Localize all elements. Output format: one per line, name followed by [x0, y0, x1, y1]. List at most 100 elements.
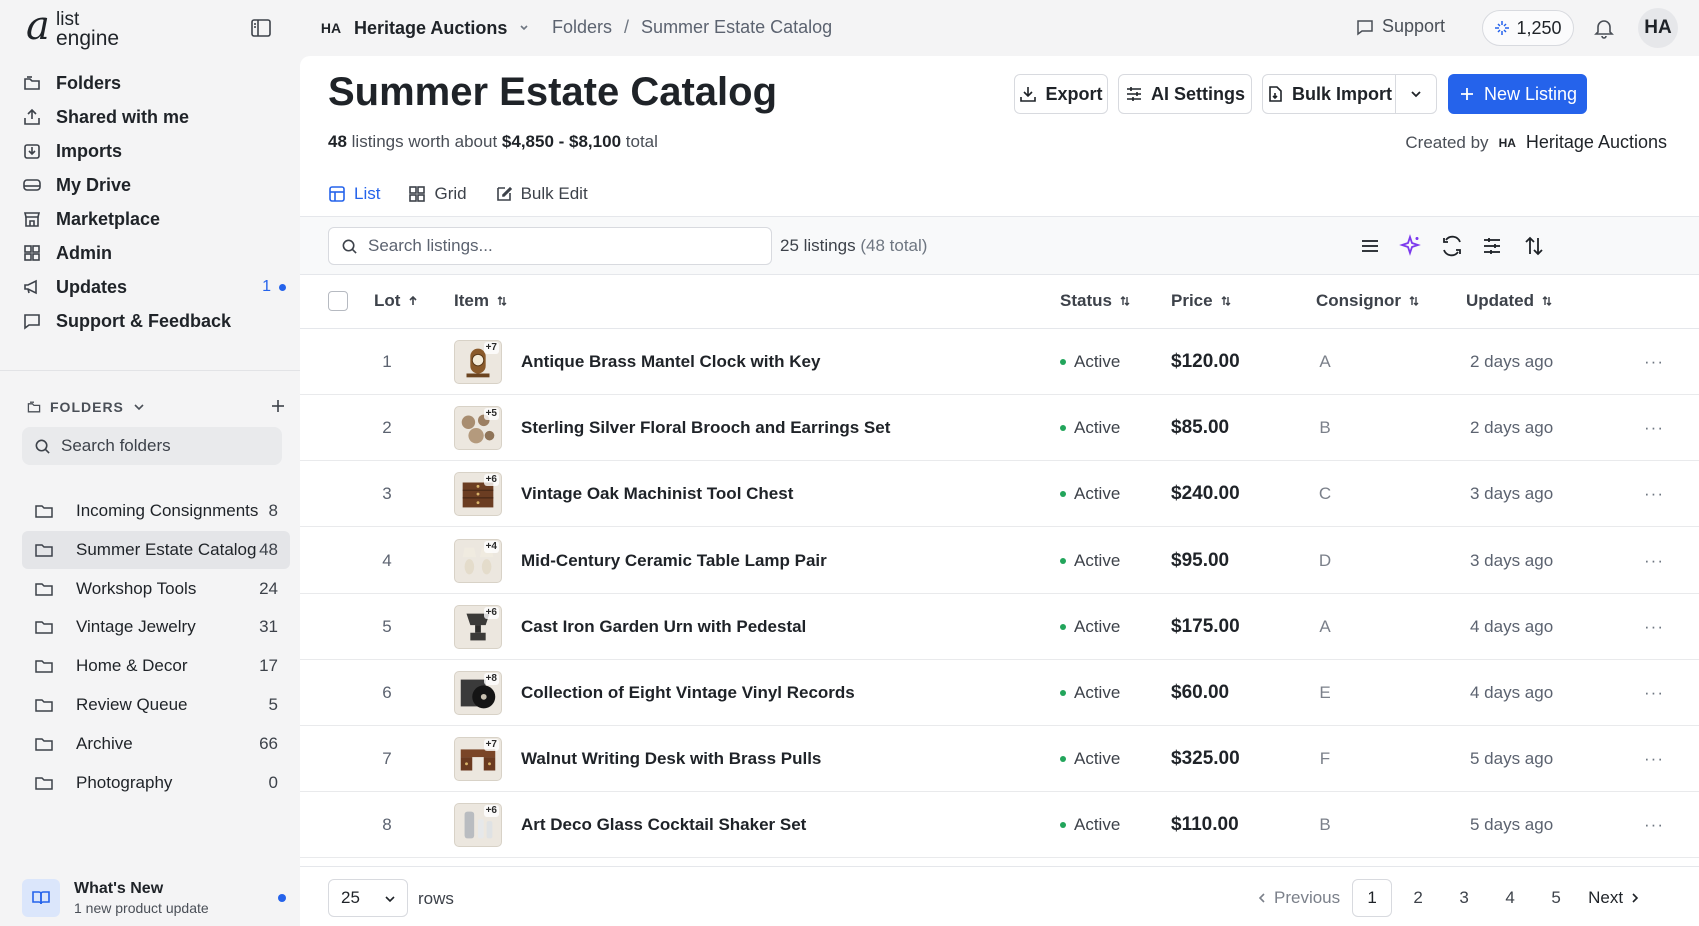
previous-page-button[interactable]: Previous	[1250, 879, 1346, 917]
column-item[interactable]: Item	[454, 291, 509, 311]
add-folder-icon[interactable]	[268, 396, 288, 416]
item-title[interactable]: Walnut Writing Desk with Brass Pulls	[521, 726, 821, 792]
ai-settings-button[interactable]: AI Settings	[1118, 74, 1252, 114]
tab-list[interactable]: List	[328, 172, 381, 218]
next-page-button[interactable]: Next	[1582, 879, 1647, 917]
sidebar-toggle-icon[interactable]	[250, 17, 272, 39]
item-title[interactable]: Cast Iron Garden Urn with Pedestal	[521, 594, 806, 660]
export-button[interactable]: Export	[1014, 74, 1108, 114]
whats-new-panel[interactable]: What's New 1 new product update	[22, 872, 286, 924]
sidebar-item-admin[interactable]: Admin	[22, 238, 286, 268]
ai-sparkle-icon[interactable]	[1398, 234, 1422, 258]
table-row[interactable]: 4 +4 Mid-Century Ceramic Table Lamp Pair Ac…	[300, 528, 1699, 594]
tab-bulk-edit[interactable]: Bulk Edit	[495, 172, 588, 216]
folder-item[interactable]: Photography 0	[22, 764, 290, 802]
folder-name: Workshop Tools	[76, 578, 197, 598]
select-all-checkbox[interactable]	[328, 291, 348, 311]
folder-item[interactable]: Workshop Tools 24	[22, 570, 290, 608]
item-thumbnail[interactable]: +5	[454, 406, 502, 451]
sidebar-item-updates[interactable]: Updates 1	[22, 272, 286, 302]
folder-item[interactable]: Archive 66	[22, 725, 290, 763]
item-title[interactable]: Vintage Oak Machinist Tool Chest	[521, 461, 793, 527]
page-button[interactable]: 4	[1490, 879, 1530, 917]
item-thumbnail[interactable]: +7	[454, 737, 502, 782]
row-actions-icon[interactable]: ···	[1644, 461, 1664, 527]
item-thumbnail[interactable]: +6	[454, 472, 502, 517]
column-updated[interactable]: Updated	[1466, 291, 1554, 311]
consignor-code: B	[1319, 418, 1331, 438]
bulk-import-menu-button[interactable]	[1395, 74, 1437, 114]
row-actions-icon[interactable]: ···	[1644, 395, 1664, 461]
workspace-switcher[interactable]: HA Heritage Auctions	[318, 14, 531, 42]
item-title[interactable]: Art Deco Glass Cocktail Shaker Set	[521, 792, 806, 858]
folder-item[interactable]: Incoming Consignments 8	[22, 492, 290, 530]
item-title[interactable]: Mid-Century Ceramic Table Lamp Pair	[521, 528, 827, 594]
page-button[interactable]: 2	[1398, 879, 1438, 917]
table-row[interactable]: 8 +6 Art Deco Glass Cocktail Shaker Set Act…	[300, 792, 1699, 859]
item-thumbnail[interactable]: +7	[454, 340, 502, 384]
sort-icon[interactable]	[1522, 234, 1546, 258]
rows-label: rows	[418, 889, 454, 908]
item-thumbnail[interactable]: +6	[454, 803, 502, 848]
item-title[interactable]: Antique Brass Mantel Clock with Key	[521, 329, 820, 395]
sidebar-item-marketplace[interactable]: Marketplace	[22, 204, 286, 234]
creator-name[interactable]: Heritage Auctions	[1526, 132, 1667, 153]
sidebar-item-imports[interactable]: Imports	[22, 136, 286, 166]
status-dot	[1060, 359, 1066, 365]
row-actions-icon[interactable]: ···	[1644, 594, 1664, 660]
table-row[interactable]: 1 +7 Antique Brass Mantel Clock with Key Ac…	[300, 329, 1699, 395]
table-row[interactable]: 7 +7 Walnut Writing Desk with Brass Pulls A…	[300, 726, 1699, 793]
summary-tail: total	[625, 132, 658, 151]
user-avatar[interactable]: HA	[1638, 8, 1678, 48]
search-input[interactable]: Search listings...	[328, 227, 772, 265]
filter-sliders-icon[interactable]	[1480, 234, 1504, 258]
support-button[interactable]: Support	[1356, 16, 1445, 37]
app-logo[interactable]: a list engine	[26, 6, 126, 50]
sidebar-item-support-feedback[interactable]: Support & Feedback	[22, 306, 286, 336]
row-actions-icon[interactable]: ···	[1644, 660, 1664, 726]
page-button[interactable]: 3	[1444, 879, 1484, 917]
row-actions-icon[interactable]: ···	[1644, 792, 1664, 858]
item-title[interactable]: Sterling Silver Floral Brooch and Earrin…	[521, 395, 890, 461]
rows-per-page-select[interactable]: 25	[328, 879, 408, 917]
folder-search-input[interactable]: Search folders	[22, 427, 282, 465]
table-row[interactable]: 3 +6 Vintage Oak Machinist Tool Chest Activ…	[300, 461, 1699, 528]
row-actions-icon[interactable]: ···	[1644, 329, 1664, 395]
sidebar-item-folders[interactable]: Folders	[22, 68, 286, 98]
table-row[interactable]: 5 +6 Cast Iron Garden Urn with Pedestal Act…	[300, 594, 1699, 660]
column-lot[interactable]: Lot	[374, 291, 420, 311]
table-row[interactable]: 2 +5 Sterling Silver Floral Brooch and Ear…	[300, 395, 1699, 462]
folder-item[interactable]: Home & Decor 17	[22, 647, 290, 685]
row-actions-icon[interactable]: ···	[1644, 528, 1664, 594]
column-status[interactable]: Status	[1060, 291, 1132, 311]
folder-item[interactable]: Summer Estate Catalog 48	[22, 530, 290, 569]
folders-section-header[interactable]: FOLDERS	[26, 392, 288, 422]
updates-badge: 1	[262, 278, 286, 296]
credits-badge[interactable]: 1,250	[1482, 10, 1574, 46]
item-thumbnail[interactable]: +8	[454, 671, 502, 715]
row-actions-icon[interactable]: ···	[1644, 726, 1664, 792]
column-consignor[interactable]: Consignor	[1316, 291, 1421, 311]
page-button[interactable]: 1	[1352, 879, 1393, 917]
page-button[interactable]: 5	[1536, 879, 1576, 917]
folder-name: Incoming Consignments	[76, 501, 259, 520]
table-row[interactable]: 6 +8 Collection of Eight Vintage Vinyl Rec…	[300, 660, 1699, 726]
density-icon[interactable]	[1358, 234, 1382, 258]
bell-icon[interactable]	[1592, 16, 1616, 40]
folder-item[interactable]: Review Queue 5	[22, 686, 290, 724]
folder-item[interactable]: Vintage Jewelry 31	[22, 608, 290, 646]
main-panel: Summer Estate Catalog 48 listings worth …	[300, 56, 1699, 926]
tab-grid[interactable]: Grid	[408, 172, 467, 216]
sidebar-item-shared[interactable]: Shared with me	[22, 102, 286, 132]
sidebar-item-my-drive[interactable]: My Drive	[22, 170, 286, 200]
new-listing-button[interactable]: New Listing	[1448, 74, 1587, 114]
column-price[interactable]: Price	[1171, 291, 1233, 311]
item-title[interactable]: Collection of Eight Vintage Vinyl Record…	[521, 660, 855, 726]
extra-photos-count: +6	[483, 805, 499, 818]
refresh-icon[interactable]	[1440, 234, 1464, 258]
item-thumbnail[interactable]: +4	[454, 538, 502, 583]
bulk-import-button[interactable]: Bulk Import	[1262, 74, 1396, 114]
item-thumbnail[interactable]: +6	[454, 604, 502, 649]
folder-name: Archive	[76, 733, 133, 753]
breadcrumb-folders[interactable]: Folders	[552, 17, 612, 38]
